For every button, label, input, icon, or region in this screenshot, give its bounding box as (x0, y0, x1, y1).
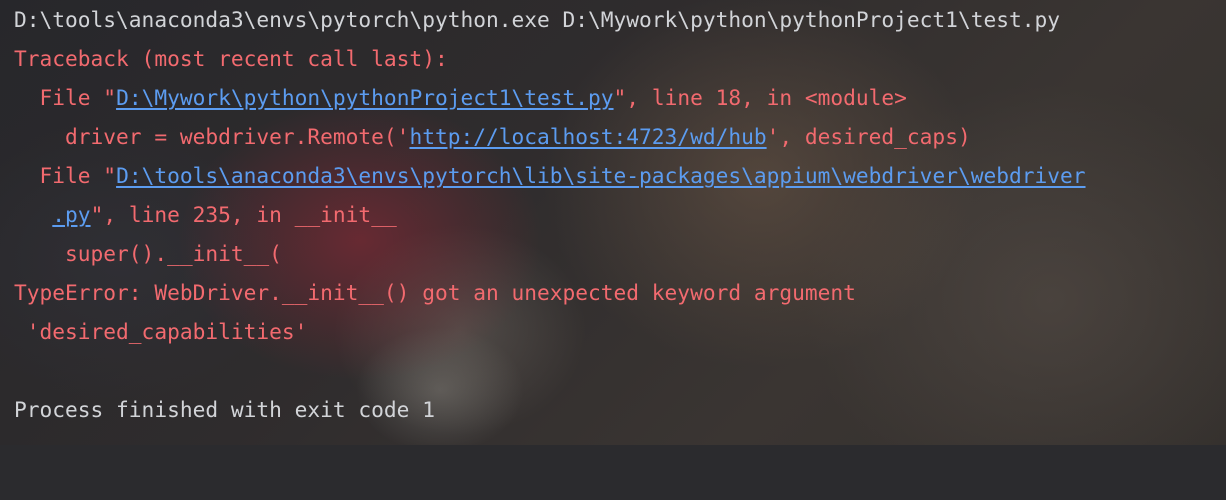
file-link-test-py[interactable]: D:\Mywork\python\pythonProject1\test.py (116, 85, 613, 110)
exit-message: Process finished with exit code 1 (14, 397, 435, 422)
error-message: TypeError: WebDriver.__init__() got an u… (14, 280, 856, 305)
traceback-frame-2-continued: .py", line 235, in __init__ (14, 195, 397, 234)
run-console-output: D:\tools\anaconda3\envs\pytorch\python.e… (14, 0, 1226, 500)
frame-location: ", line 18, in <module> (613, 85, 907, 110)
error-message-continued: 'desired_capabilities' (14, 319, 308, 344)
frame-prefix: File " (14, 163, 117, 188)
traceback-code-1: driver = webdriver.Remote('http://localh… (14, 117, 971, 156)
traceback-frame-2: File "D:\tools\anaconda3\envs\pytorch\li… (14, 156, 1086, 195)
traceback-frame-1: File "D:\Mywork\python\pythonProject1\te… (14, 78, 907, 117)
traceback-code-2: super().__init__( (14, 241, 282, 266)
code-prefix: driver = webdriver.Remote(' (14, 124, 410, 149)
code-suffix: ', desired_caps) (766, 124, 971, 149)
file-link-webdriver-py[interactable]: D:\tools\anaconda3\envs\pytorch\lib\site… (116, 163, 1085, 188)
url-link-localhost[interactable]: http://localhost:4723/wd/hub (409, 124, 766, 149)
frame-prefix: File " (14, 85, 117, 110)
command-line: D:\tools\anaconda3\envs\pytorch\python.e… (14, 7, 1060, 32)
frame-location: ", line 235, in __init__ (90, 202, 397, 227)
file-link-webdriver-py-ext[interactable]: .py (52, 202, 90, 227)
traceback-header: Traceback (most recent call last): (14, 46, 448, 71)
wrap-indent (14, 202, 52, 227)
